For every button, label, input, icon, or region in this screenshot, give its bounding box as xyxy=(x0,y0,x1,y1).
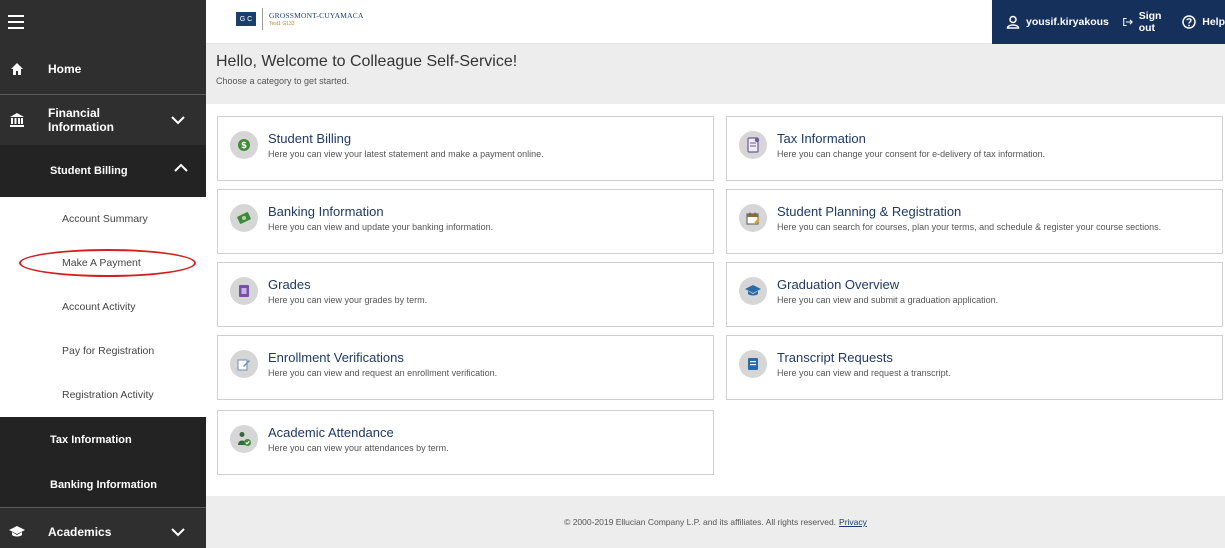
sidebar-subitem-label: Make A Payment xyxy=(62,257,141,269)
graduation-cap-icon xyxy=(8,523,26,541)
logo-subtitle: Test1 G133 xyxy=(269,21,295,27)
sidebar-top xyxy=(0,0,206,44)
sidebar-subitem-account-summary[interactable]: Account Summary xyxy=(0,197,206,241)
transcript-icon xyxy=(739,350,767,378)
card-tax-information[interactable]: Tax Information Here you can change your… xyxy=(726,116,1223,181)
user-bar: yousif.kiryakous Sign out Help xyxy=(992,0,1225,44)
card-title: Grades xyxy=(268,277,311,292)
help-button[interactable]: Help xyxy=(1182,15,1225,29)
card-title: Student Planning & Registration xyxy=(777,204,962,219)
card-description: Here you can view your latest statement … xyxy=(268,149,544,159)
card-student-planning-registration[interactable]: Student Planning & Registration Here you… xyxy=(726,189,1223,254)
home-icon xyxy=(8,60,26,78)
page-subtitle: Choose a category to get started. xyxy=(216,76,350,86)
calendar-icon xyxy=(739,204,767,232)
edit-document-icon xyxy=(230,350,258,378)
card-title: Graduation Overview xyxy=(777,277,900,292)
college-logo[interactable]: G C GROSSMONT-CUYAMACA Test1 G133 xyxy=(236,8,364,30)
username: yousif.kiryakous xyxy=(1026,16,1109,28)
sidebar-item-banking-information[interactable]: Banking Information xyxy=(0,462,206,507)
hamburger-menu-icon[interactable] xyxy=(8,15,24,29)
card-graduation-overview[interactable]: Graduation Overview Here you can view an… xyxy=(726,262,1223,327)
logo-badge: G C xyxy=(236,12,256,26)
card-description: Here you can search for courses, plan yo… xyxy=(777,222,1162,232)
sidebar-subitem-registration-activity[interactable]: Registration Activity xyxy=(0,373,206,417)
card-description: Here you can view your grades by term. xyxy=(268,295,428,305)
logo-name: GROSSMONT-CUYAMACA xyxy=(269,11,364,20)
sidebar-subitem-account-activity[interactable]: Account Activity xyxy=(0,285,206,329)
sidebar-item-label: Financial Information xyxy=(48,106,114,134)
sidebar-subitem-make-a-payment[interactable]: Make A Payment xyxy=(0,241,206,285)
card-banking-information[interactable]: Banking Information Here you can view an… xyxy=(217,189,714,254)
grades-book-icon xyxy=(230,277,258,305)
category-grid: $ Student Billing Here you can view your… xyxy=(206,104,1225,496)
logo-divider xyxy=(262,8,263,30)
sidebar-item-label: Home xyxy=(48,62,82,76)
sidebar-subitem-label: Registration Activity xyxy=(62,389,154,401)
card-transcript-requests[interactable]: Transcript Requests Here you can view an… xyxy=(726,335,1223,400)
sidebar-item-student-billing[interactable]: Student Billing xyxy=(0,145,206,197)
sidebar-subitem-pay-for-registration[interactable]: Pay for Registration xyxy=(0,329,206,373)
card-title: Banking Information xyxy=(268,204,384,219)
bank-icon xyxy=(8,111,26,129)
sidebar: Home Financial Information Student Billi… xyxy=(0,0,206,548)
svg-text:$: $ xyxy=(241,141,247,151)
attendance-person-check-icon xyxy=(230,425,258,453)
privacy-link[interactable]: Privacy xyxy=(839,517,867,527)
dollar-icon: $ xyxy=(230,131,258,159)
card-description: Here you can view and submit a graduatio… xyxy=(777,295,999,305)
sidebar-item-label: Student Billing xyxy=(50,165,128,177)
page-title: Hello, Welcome to Colleague Self-Service… xyxy=(216,53,518,70)
card-student-billing[interactable]: $ Student Billing Here you can view your… xyxy=(217,116,714,181)
sign-out-icon xyxy=(1123,17,1133,27)
sidebar-subitem-label: Pay for Registration xyxy=(62,345,155,357)
sidebar-item-home[interactable]: Home xyxy=(0,44,206,94)
sign-out-button[interactable]: Sign out xyxy=(1123,10,1168,34)
sidebar-item-academics[interactable]: Academics xyxy=(0,508,206,548)
card-enrollment-verifications[interactable]: Enrollment Verifications Here you can vi… xyxy=(217,335,714,400)
sidebar-subitem-label: Account Summary xyxy=(62,213,148,225)
user-profile-button[interactable]: yousif.kiryakous xyxy=(1006,15,1109,29)
card-grades[interactable]: Grades Here you can view your grades by … xyxy=(217,262,714,327)
sidebar-subitem-label: Account Activity xyxy=(62,301,136,313)
graduation-cap-icon xyxy=(739,277,767,305)
help-icon xyxy=(1182,15,1196,29)
card-description: Here you can view and update your bankin… xyxy=(268,222,494,232)
welcome-banner: Hello, Welcome to Colleague Self-Service… xyxy=(206,44,1225,104)
card-description: Here you can view your attendances by te… xyxy=(268,443,449,453)
logo-text: GROSSMONT-CUYAMACA Test1 G133 xyxy=(269,11,364,27)
card-title: Tax Information xyxy=(777,131,866,146)
chevron-down-icon xyxy=(168,527,188,537)
sidebar-item-tax-information[interactable]: Tax Information xyxy=(0,417,206,462)
tax-document-icon xyxy=(739,131,767,159)
chevron-down-icon xyxy=(168,115,188,125)
card-academic-attendance[interactable]: Academic Attendance Here you can view yo… xyxy=(217,410,714,475)
sidebar-item-financial-information[interactable]: Financial Information xyxy=(0,95,206,145)
copyright-text: © 2000-2019 Ellucian Company L.P. and it… xyxy=(564,517,837,527)
money-icon xyxy=(230,204,258,232)
card-title: Student Billing xyxy=(268,131,352,146)
card-description: Here you can view and request an enrollm… xyxy=(268,368,498,378)
sidebar-item-label: Banking Information xyxy=(50,478,157,491)
card-title: Enrollment Verifications xyxy=(268,350,404,365)
app-root: Home Financial Information Student Billi… xyxy=(0,0,1225,548)
card-title: Transcript Requests xyxy=(777,350,893,365)
footer: © 2000-2019 Ellucian Company L.P. and it… xyxy=(206,496,1225,548)
sidebar-item-label: Academics xyxy=(48,525,112,539)
card-title: Academic Attendance xyxy=(268,425,394,440)
user-icon xyxy=(1006,15,1020,29)
sidebar-item-label: Tax Information xyxy=(50,433,132,446)
top-bar: G C GROSSMONT-CUYAMACA Test1 G133 yousif… xyxy=(206,0,1225,44)
chevron-up-icon xyxy=(174,163,188,175)
card-description: Here you can change your consent for e-d… xyxy=(777,149,1046,159)
card-description: Here you can view and request a transcri… xyxy=(777,368,951,378)
sign-out-label: Sign out xyxy=(1138,10,1162,34)
help-label: Help xyxy=(1202,16,1225,28)
